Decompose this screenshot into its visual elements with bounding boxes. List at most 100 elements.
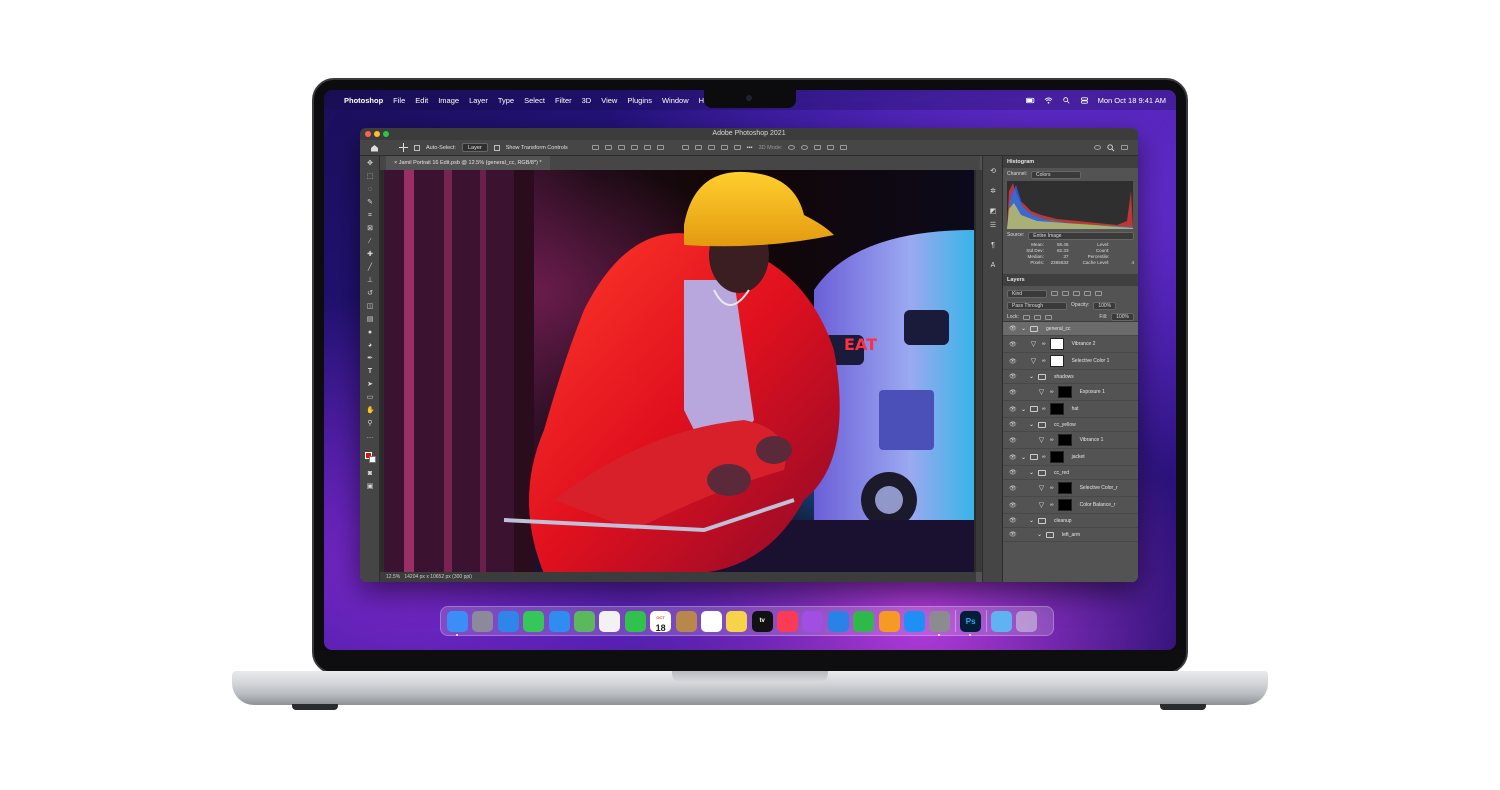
quick-select-tool-icon[interactable]: ✎ — [366, 199, 374, 207]
launchpad-icon[interactable] — [472, 610, 494, 632]
3d-camera-icon[interactable] — [840, 145, 848, 150]
document-info[interactable]: 14204 px x 10652 px (300 ppi) — [404, 574, 472, 580]
layer-row[interactable]: 👁 ⌄ cleanup — [1003, 514, 1138, 528]
distribute-left-icon[interactable] — [681, 145, 689, 150]
type-tool-icon[interactable]: T — [366, 368, 374, 376]
dodge-tool-icon[interactable]: ◕ — [366, 342, 374, 350]
visibility-eye-icon[interactable]: 👁 — [1009, 421, 1017, 428]
numbers-icon[interactable] — [853, 610, 875, 632]
layer-mask-thumbnail[interactable] — [1049, 355, 1064, 367]
screen-mode-icon[interactable]: ▣ — [366, 483, 374, 491]
gradient-tool-icon[interactable]: ▤ — [366, 316, 374, 324]
visibility-eye-icon[interactable]: 👁 — [1009, 485, 1017, 492]
layer-mask-thumbnail[interactable] — [1049, 451, 1064, 463]
align-center-icon[interactable] — [604, 145, 612, 150]
downloads-folder-icon[interactable] — [990, 610, 1012, 632]
adjustments-panel-icon[interactable]: ◩ — [989, 208, 997, 216]
lock-position-icon[interactable] — [1033, 314, 1041, 320]
menu-filter[interactable]: Filter — [555, 96, 572, 105]
battery-icon[interactable] — [1025, 97, 1035, 104]
history-brush-tool-icon[interactable]: ↺ — [366, 290, 374, 298]
contacts-icon[interactable] — [675, 610, 697, 632]
chevron-down-icon[interactable]: ⌄ — [1029, 517, 1034, 524]
eyedropper-tool-icon[interactable]: ⁄ — [366, 238, 374, 246]
finder-icon[interactable] — [447, 610, 468, 636]
document-tab[interactable]: × Jamil Portrait 16 Edit.psb @ 12.5% (ge… — [386, 156, 550, 170]
hand-tool-icon[interactable]: ✋ — [366, 407, 375, 415]
canvas-area[interactable]: EAT — [380, 170, 976, 574]
chevron-down-icon[interactable]: ⌄ — [1029, 469, 1034, 476]
menu-clock[interactable]: Mon Oct 18 9:41 AM — [1098, 96, 1166, 105]
3d-pan-icon[interactable] — [814, 145, 822, 150]
visibility-eye-icon[interactable]: 👁 — [1009, 389, 1017, 396]
mail-icon[interactable] — [548, 610, 570, 632]
filter-type-icon[interactable] — [1073, 291, 1080, 296]
more-options-icon[interactable]: ••• — [747, 145, 753, 151]
layer-row[interactable]: 👁 ▽ ∞ Color Balance_r — [1003, 497, 1138, 514]
frame-tool-icon[interactable]: ⊠ — [366, 225, 374, 233]
align-left-icon[interactable] — [591, 145, 599, 150]
layer-row[interactable]: 👁 ⌄ ∞ hat — [1003, 401, 1138, 418]
distribute-bottom-icon[interactable] — [733, 145, 741, 150]
wifi-icon[interactable] — [1044, 96, 1053, 104]
menu-3d[interactable]: 3D — [582, 96, 592, 105]
safari-icon[interactable] — [497, 610, 519, 632]
trash-icon[interactable] — [1016, 610, 1038, 632]
visibility-eye-icon[interactable]: 👁 — [1009, 358, 1017, 365]
podcasts-icon[interactable] — [802, 610, 824, 632]
system-preferences-icon[interactable] — [929, 610, 951, 636]
auto-select-checkbox[interactable] — [414, 144, 420, 151]
move-tool-icon[interactable]: ✥ — [366, 160, 374, 168]
layer-row[interactable]: 👁 ▽ ∞ Selective Color 1 — [1003, 353, 1138, 370]
lasso-tool-icon[interactable]: ◌ — [366, 186, 374, 194]
tv-icon[interactable]: tv — [751, 610, 773, 632]
align-right-icon[interactable] — [617, 145, 625, 150]
photos-icon[interactable] — [599, 610, 621, 632]
distribute-top-icon[interactable] — [720, 145, 728, 150]
source-dropdown[interactable]: Entire Image — [1028, 231, 1134, 240]
reminders-icon[interactable] — [700, 610, 722, 632]
visibility-eye-icon[interactable]: 👁 — [1009, 531, 1017, 538]
pen-tool-icon[interactable]: ✒ — [366, 355, 374, 363]
visibility-eye-icon[interactable]: 👁 — [1009, 517, 1017, 524]
layer-row[interactable]: 👁 ⌄ left_arm — [1003, 528, 1138, 542]
zoom-tool-icon[interactable]: ⚲ — [366, 420, 374, 428]
move-tool-icon[interactable] — [399, 143, 408, 152]
distribute-right-icon[interactable] — [707, 145, 715, 150]
layer-row[interactable]: 👁 ⌄ cc_yellow — [1003, 418, 1138, 432]
blur-tool-icon[interactable]: ● — [366, 329, 374, 337]
auto-select-dropdown[interactable]: Layer — [461, 143, 488, 152]
layer-kind-filter[interactable]: Kind — [1007, 289, 1047, 298]
layer-row[interactable]: 👁 ▽ ∞ Exposure 1 — [1003, 384, 1138, 401]
align-bottom-icon[interactable] — [656, 145, 664, 150]
filter-smart-object-icon[interactable] — [1095, 291, 1102, 296]
opacity-input[interactable]: 100% — [1093, 301, 1117, 310]
layers-panel-tab[interactable]: Layers — [1003, 274, 1138, 286]
visibility-eye-icon[interactable]: 👁 — [1009, 325, 1017, 332]
transform-controls-checkbox[interactable] — [493, 144, 500, 151]
menu-edit[interactable]: Edit — [415, 96, 428, 105]
histogram-panel-tab[interactable]: Histogram — [1003, 156, 1138, 168]
layer-row[interactable]: 👁 ▽ ∞ Selective Color_r — [1003, 480, 1138, 497]
quick-mask-icon[interactable]: ◙ — [366, 470, 374, 478]
visibility-eye-icon[interactable]: 👁 — [1009, 341, 1017, 348]
align-top-icon[interactable] — [630, 145, 638, 150]
menu-select[interactable]: Select — [524, 96, 545, 105]
shape-tool-icon[interactable]: ▭ — [366, 394, 374, 402]
visibility-eye-icon[interactable]: 👁 — [1009, 454, 1017, 461]
layer-row[interactable]: 👁 ▽ ∞ Vibrance 1 — [1003, 432, 1138, 449]
path-select-tool-icon[interactable]: ➤ — [366, 381, 374, 389]
layer-row[interactable]: 👁 ⌄ general_cc — [1003, 322, 1138, 336]
layer-row[interactable]: 👁 ⌄ ∞ jacket — [1003, 449, 1138, 466]
clone-stamp-tool-icon[interactable]: ⊥ — [366, 277, 374, 285]
history-panel-icon[interactable]: ⟲ — [989, 168, 997, 176]
control-center-icon[interactable] — [1080, 96, 1089, 104]
visibility-eye-icon[interactable]: 👁 — [1009, 469, 1017, 476]
photoshop-dock-icon[interactable]: Ps — [960, 610, 982, 636]
properties-panel-icon[interactable]: ✲ — [989, 188, 997, 196]
filter-pixel-icon[interactable] — [1051, 291, 1058, 296]
healing-brush-tool-icon[interactable]: ✚ — [366, 251, 374, 259]
3d-roll-icon[interactable] — [801, 145, 809, 150]
character-panel-icon[interactable]: A — [989, 262, 997, 270]
visibility-eye-icon[interactable]: 👁 — [1009, 373, 1017, 380]
